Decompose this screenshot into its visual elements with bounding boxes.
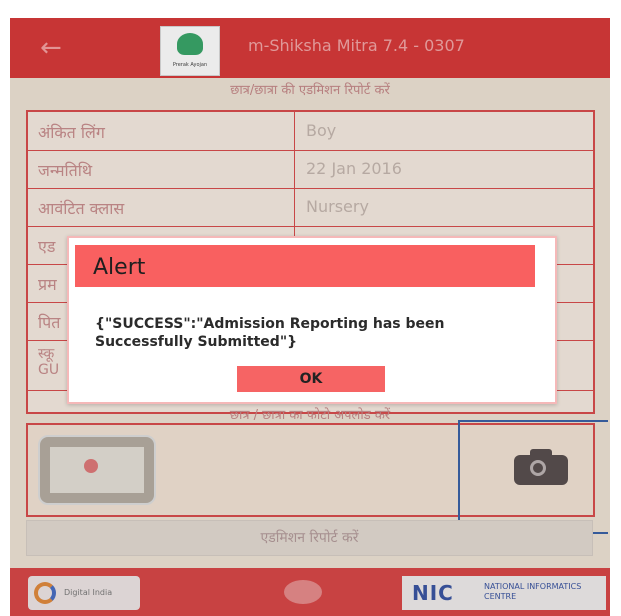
alert-message: {"SUCCESS":"Admission Reporting has been… [95, 316, 445, 350]
phone-screen: ← Prerak Ayojan m-Shiksha Mitra 7.4 - 03… [10, 18, 610, 616]
alert-header: Alert [75, 245, 535, 287]
alert-dialog: Alert {"SUCCESS":"Admission Reporting ha… [67, 236, 557, 404]
ok-button[interactable]: OK [237, 366, 385, 392]
alert-title: Alert [93, 255, 146, 280]
